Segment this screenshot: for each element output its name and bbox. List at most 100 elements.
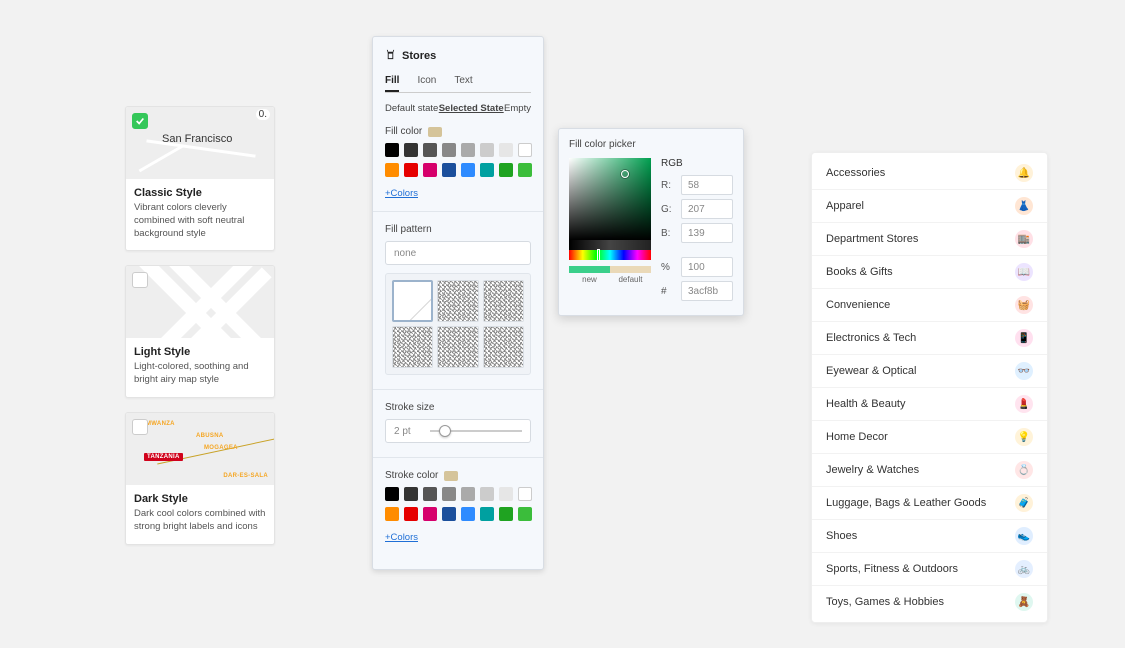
category-label: Electronics & Tech [826,332,916,344]
color-swatch[interactable] [423,507,437,521]
color-swatch[interactable] [404,507,418,521]
default-color-swatch [610,266,651,273]
value-strip[interactable] [569,240,651,250]
category-row[interactable]: Convenience🧺 [812,289,1047,322]
r-input[interactable] [681,175,733,195]
category-row[interactable]: Luggage, Bags & Leather Goods🧳 [812,487,1047,520]
category-row[interactable]: Shoes👟 [812,520,1047,553]
pattern-option-5[interactable] [437,326,478,368]
pattern-option-3[interactable] [483,280,524,322]
tab-selected-state[interactable]: Selected State [439,103,504,114]
style-thumb: MWANZAABUSNAMOGAGEATANZANIADAR-ES-SALA [126,413,274,485]
slider-track[interactable] [430,430,522,432]
color-swatch[interactable] [385,163,399,177]
category-row[interactable]: Apparel👗 [812,190,1047,223]
color-swatch[interactable] [404,487,418,501]
category-label: Health & Beauty [826,398,906,410]
category-row[interactable]: Jewelry & Watches💍 [812,454,1047,487]
tab-text[interactable]: Text [454,75,472,92]
color-swatch[interactable] [499,143,513,157]
tab-fill[interactable]: Fill [385,75,399,92]
style-title: Dark Style [134,493,266,505]
color-swatch[interactable] [518,143,532,157]
style-checkbox[interactable] [132,419,148,435]
color-swatch[interactable] [442,143,456,157]
category-label: Convenience [826,299,890,311]
color-swatch[interactable] [442,487,456,501]
category-row[interactable]: Home Decor💡 [812,421,1047,454]
stroke-more-colors-link[interactable]: +Colors [385,532,418,543]
style-checkbox[interactable] [132,272,148,288]
category-row[interactable]: Toys, Games & Hobbies🧸 [812,586,1047,618]
fill-pattern-label: Fill pattern [385,224,531,235]
stroke-palette-row2 [385,507,531,521]
color-swatch[interactable] [385,143,399,157]
category-row[interactable]: Eyewear & Optical👓 [812,355,1047,388]
stroke-size-label: Stroke size [385,402,531,413]
rgb-inputs-column: RGB R: G: B: % # [661,158,733,305]
pattern-option-4[interactable] [392,326,433,368]
color-swatch[interactable] [499,163,513,177]
bag-icon: 🏬 [1015,230,1033,248]
color-swatch[interactable] [461,163,475,177]
color-swatch[interactable] [518,163,532,177]
stroke-size-slider[interactable]: 2 pt [385,419,531,443]
color-swatch[interactable] [461,487,475,501]
fill-more-colors-link[interactable]: +Colors [385,188,418,199]
color-swatch[interactable] [423,163,437,177]
stroke-color-current-swatch[interactable] [444,471,458,481]
color-swatch[interactable] [385,487,399,501]
category-row[interactable]: Sports, Fitness & Outdoors🚲 [812,553,1047,586]
fill-pattern-select[interactable] [385,241,531,265]
category-row[interactable]: Books & Gifts📖 [812,256,1047,289]
b-input[interactable] [681,223,733,243]
alpha-input[interactable] [681,257,733,277]
color-swatch[interactable] [480,487,494,501]
style-card-classic[interactable]: 0.Classic StyleVibrant colors cleverly c… [125,106,275,251]
g-input[interactable] [681,199,733,219]
style-card-light[interactable]: Light StyleLight-colored, soothing and b… [125,265,275,398]
color-swatch[interactable] [518,487,532,501]
color-swatch[interactable] [385,507,399,521]
hex-input[interactable] [681,281,733,301]
color-swatch[interactable] [423,143,437,157]
pattern-option-none[interactable] [392,280,433,322]
color-swatch[interactable] [404,143,418,157]
color-swatch[interactable] [499,507,513,521]
fill-color-label: Fill color [385,126,531,137]
category-label: Home Decor [826,431,888,443]
category-row[interactable]: Accessories🔔 [812,157,1047,190]
category-row[interactable]: Department Stores🏬 [812,223,1047,256]
fill-pattern-grid [385,273,531,375]
color-swatch[interactable] [518,507,532,521]
shoe-icon: 👟 [1015,527,1033,545]
color-swatch[interactable] [442,163,456,177]
color-swatch[interactable] [480,507,494,521]
color-swatch[interactable] [423,487,437,501]
tab-default-state[interactable]: Default state [385,103,438,114]
tab-empty-state[interactable]: Empty [504,103,531,114]
color-swatch[interactable] [480,163,494,177]
satval-cursor[interactable] [621,170,629,178]
fill-color-current-swatch[interactable] [428,127,442,137]
category-label: Accessories [826,167,885,179]
color-swatch[interactable] [499,487,513,501]
style-card-dark[interactable]: MWANZAABUSNAMOGAGEATANZANIADAR-ES-SALA Da… [125,412,275,545]
color-swatch[interactable] [442,507,456,521]
bike-icon: 🚲 [1015,560,1033,578]
style-checkbox[interactable] [132,113,148,129]
saturation-value-field[interactable] [569,158,651,240]
category-row[interactable]: Health & Beauty💄 [812,388,1047,421]
pattern-option-2[interactable] [437,280,478,322]
color-swatch[interactable] [480,143,494,157]
slider-handle[interactable] [439,425,451,437]
color-swatch[interactable] [461,507,475,521]
category-row[interactable]: Electronics & Tech📱 [812,322,1047,355]
color-swatch[interactable] [404,163,418,177]
hue-strip[interactable] [569,250,651,260]
hue-cursor[interactable] [597,249,600,261]
category-label: Apparel [826,200,864,212]
color-swatch[interactable] [461,143,475,157]
tab-icon[interactable]: Icon [417,75,436,92]
pattern-option-6[interactable] [483,326,524,368]
